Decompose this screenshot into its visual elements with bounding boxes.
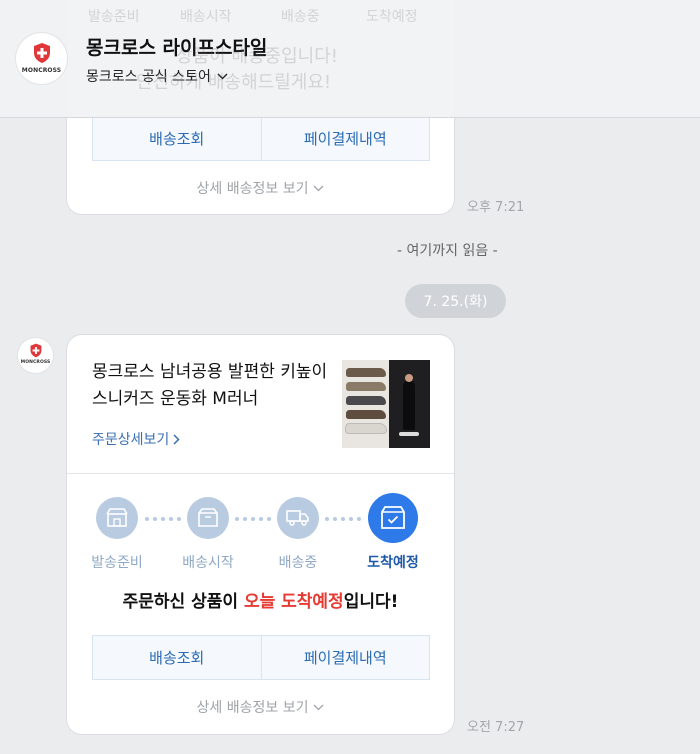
delivery-detail-link[interactable]: 상세 배송정보 보기 xyxy=(67,697,454,717)
shield-icon xyxy=(30,343,41,358)
chevron-right-icon xyxy=(173,433,180,445)
step-arrival-expected xyxy=(368,493,418,543)
shoe-stack-image xyxy=(342,360,389,448)
ghost-step-label: 도착예정 xyxy=(366,9,418,25)
order-detail-label: 주문상세보기 xyxy=(92,432,170,448)
step-label-active: 도착예정 xyxy=(367,555,419,571)
step-label: 배송시작 xyxy=(182,555,234,571)
arrival-message-highlight: 오늘 도착예정 xyxy=(243,592,344,612)
card-button-row: 배송조회 페이결제내역 xyxy=(92,635,430,680)
track-delivery-button[interactable]: 배송조회 xyxy=(93,636,261,679)
arrival-message: 주문하신 상품이 오늘 도착예정입니다! xyxy=(67,587,454,612)
shoe-image xyxy=(346,424,386,433)
avatar[interactable]: MONCROSS xyxy=(18,338,53,373)
delivery-detail-link[interactable]: 상세 배송정보 보기 xyxy=(67,178,454,198)
shoe-image xyxy=(346,382,386,391)
model-shoes xyxy=(399,432,419,436)
step-label: 발송준비 xyxy=(91,555,143,571)
logo-text: MONCROSS xyxy=(20,360,51,365)
box-icon xyxy=(198,508,218,527)
product-thumbnail[interactable] xyxy=(342,360,430,448)
product-name: 몽크로스 남녀공용 발편한 키높이 스니커즈 운동화 M러너 xyxy=(92,362,328,409)
card-button-row: 배송조회 페이결제내역 xyxy=(92,116,430,161)
step-connector xyxy=(235,517,271,521)
model-head xyxy=(405,374,413,382)
step-connector xyxy=(325,517,361,521)
model-figure xyxy=(403,380,415,430)
arrival-message-prefix: 주문하신 상품이 xyxy=(122,592,244,612)
delivery-status-card: 몽크로스 남녀공용 발편한 키높이 스니커즈 운동화 M러너 주문상세보기 발송… xyxy=(66,334,455,735)
shield-icon xyxy=(33,43,50,63)
message-time: 오전 7:27 xyxy=(467,720,525,735)
model-image xyxy=(389,360,430,448)
truck-icon xyxy=(286,510,309,526)
step-in-transit xyxy=(277,497,319,539)
delivery-stepper: 발송준비 배송시작 배송중 도착예정 xyxy=(67,493,454,577)
date-pill: 7. 25.(화) xyxy=(405,284,506,318)
chevron-down-icon xyxy=(314,704,324,710)
chevron-down-icon xyxy=(314,185,324,191)
ghost-line: 상품이 배송중입니다! xyxy=(176,46,338,67)
track-delivery-button[interactable]: 배송조회 xyxy=(93,117,261,160)
ghost-step-label: 발송준비 xyxy=(88,9,140,25)
read-divider: - 여기까지 읽음 - xyxy=(397,243,498,259)
shoe-image xyxy=(346,396,386,405)
shoe-image xyxy=(346,368,386,377)
card-divider xyxy=(67,473,454,474)
step-label: 배송중 xyxy=(278,555,318,571)
arrival-message-suffix: 입니다! xyxy=(343,592,399,612)
pay-history-button[interactable]: 페이결제내역 xyxy=(260,117,430,160)
message-time: 오후 7:21 xyxy=(467,200,525,215)
logo-text: MONCROSS xyxy=(21,67,62,74)
step-ready xyxy=(96,497,138,539)
order-detail-link[interactable]: 주문상세보기 xyxy=(92,429,180,449)
shoe-image xyxy=(346,410,386,419)
store-logo[interactable]: MONCROSS xyxy=(16,33,67,84)
delivered-box-icon xyxy=(381,506,405,529)
step-connector xyxy=(145,517,181,521)
step-shipping-started xyxy=(187,497,229,539)
delivery-detail-label: 상세 배송정보 보기 xyxy=(196,700,309,716)
store-icon xyxy=(106,508,128,527)
ghost-step-label: 배송시작 xyxy=(180,9,232,25)
delivery-detail-label: 상세 배송정보 보기 xyxy=(196,181,309,197)
ghost-line: 안전하게 배송해드릴게요! xyxy=(136,72,332,93)
ghost-step-label: 배송중 xyxy=(281,9,320,25)
pay-history-button[interactable]: 페이결제내역 xyxy=(260,636,430,679)
